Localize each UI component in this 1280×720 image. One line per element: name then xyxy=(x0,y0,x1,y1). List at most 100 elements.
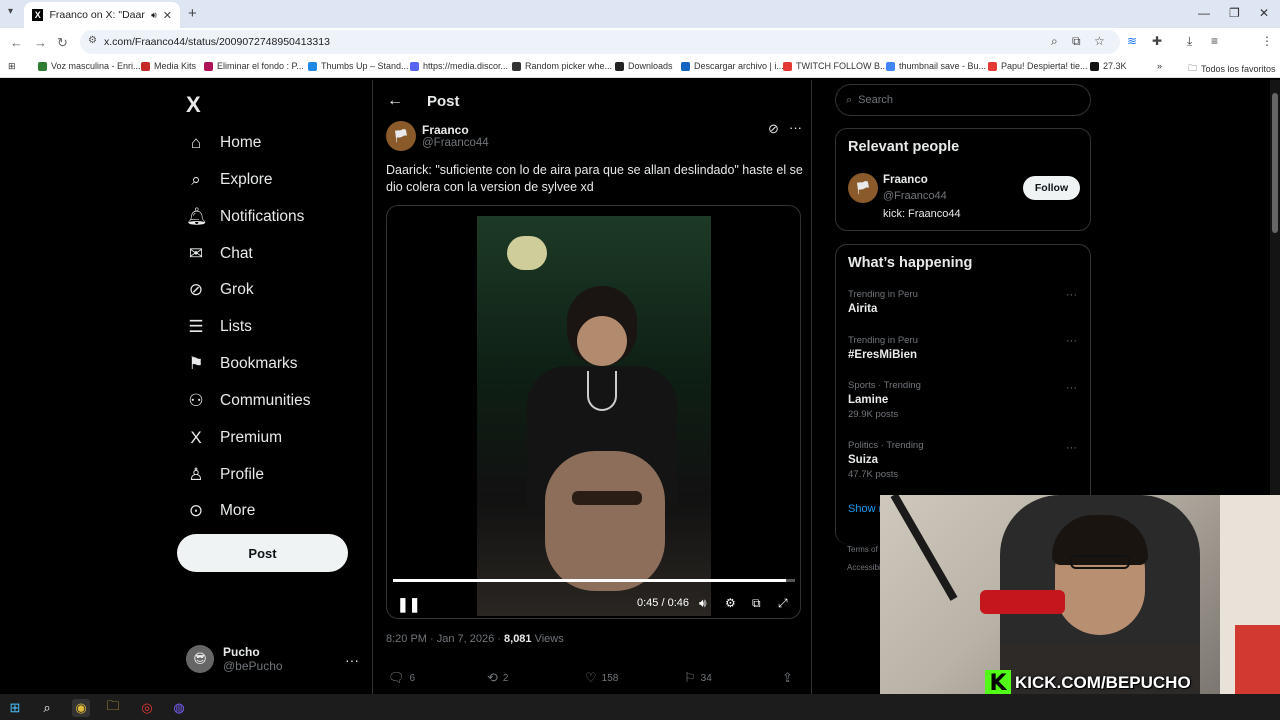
account-more-icon[interactable]: ··· xyxy=(345,652,359,668)
author-handle[interactable]: @Fraanco44 xyxy=(422,137,489,149)
author-name[interactable]: Fraanco xyxy=(422,123,489,137)
trend-more-icon[interactable]: ··· xyxy=(1066,289,1077,301)
puzzle-icon[interactable]: ✚ xyxy=(1152,34,1162,48)
footer-link[interactable]: Accessibil xyxy=(847,563,883,572)
trend-item[interactable]: Politics · Trending Suiza 47.7K posts xyxy=(848,440,924,480)
sidebar-item-home[interactable]: ⌂ Home xyxy=(186,133,262,153)
x-logo[interactable]: X xyxy=(186,92,201,118)
volume-icon[interactable]: 🔊︎ xyxy=(699,596,707,611)
person-name[interactable]: Fraanco xyxy=(883,174,928,186)
extension-active-icon[interactable]: ≋ xyxy=(1127,34,1137,48)
reply-icon: 🗨︎ xyxy=(388,670,405,685)
account-switcher[interactable]: 😎︎ Pucho @bePucho xyxy=(186,645,283,673)
grok-icon[interactable]: ⊘ xyxy=(768,121,779,137)
like-button[interactable]: ♡ 158 xyxy=(585,670,618,686)
search-input[interactable]: ⌕ Search xyxy=(835,84,1091,116)
bookmark-item[interactable]: TWITCH FOLLOW B... xyxy=(783,61,888,71)
sidebar-item-explore[interactable]: ⌕ Explore xyxy=(186,170,272,190)
pause-icon[interactable]: ❚❚ xyxy=(397,596,420,613)
file-explorer-icon[interactable]: 🗀︎ xyxy=(104,698,122,717)
trend-more-icon[interactable]: ··· xyxy=(1066,382,1077,394)
bookmark-item[interactable]: Random picker whe... xyxy=(512,61,612,71)
sidebar-item-lists[interactable]: ☰ Lists xyxy=(186,317,252,337)
browser-tab[interactable]: X Fraanco on X: "Daarick: "su 🔊︎ ✕ xyxy=(24,2,180,28)
bookmark-item[interactable]: thumbnail save - Bu... xyxy=(886,61,986,71)
bookmark-button[interactable]: ⚐ 34 xyxy=(684,670,712,686)
kick-watermark: K KICK.COM/BEPUCHO xyxy=(985,670,1191,696)
back-arrow-icon[interactable]: ← xyxy=(387,92,403,110)
video-progress-bar[interactable] xyxy=(393,579,795,582)
all-bookmarks[interactable]: 🗀︎ Todos los favoritos xyxy=(1188,61,1276,77)
bookmark-item[interactable]: Descargar archivo | i... xyxy=(681,61,784,71)
bookmark-item[interactable]: Thumbs Up – Stand... xyxy=(308,61,409,71)
fullscreen-icon[interactable]: ⤢ xyxy=(778,596,788,611)
follow-button[interactable]: Follow xyxy=(1023,176,1080,200)
trend-more-icon[interactable]: ··· xyxy=(1066,335,1077,347)
sidebar-item-premium[interactable]: X Premium xyxy=(186,428,282,448)
site-info-icon[interactable]: ⚙ xyxy=(88,35,97,46)
close-tab-icon[interactable]: ✕ xyxy=(163,9,172,22)
taskbar-search-icon[interactable]: ⌕ xyxy=(38,699,56,717)
discord-icon[interactable]: ◍ xyxy=(170,699,188,717)
sidebar-item-profile[interactable]: ♙ Profile xyxy=(186,465,264,485)
install-icon[interactable]: ⧉ xyxy=(1072,34,1081,49)
sidebar-item-chat[interactable]: ✉ Chat xyxy=(186,244,253,264)
views-count: 8,081 xyxy=(504,633,532,645)
address-bar[interactable]: ⚙ x.com/Fraanco44/status/200907274895041… xyxy=(80,30,1120,54)
avatar[interactable]: 🏴︎ xyxy=(386,121,416,151)
minimize-icon[interactable]: — xyxy=(1198,6,1210,20)
obs-icon[interactable]: ◎ xyxy=(138,699,156,717)
bookmark-item[interactable]: Voz masculina - Enri... xyxy=(38,61,141,71)
sidebar-item-communities[interactable]: ⚇ Communities xyxy=(186,391,310,411)
bookmark-favicon xyxy=(204,61,213,71)
bookmark-item[interactable]: Media Kits xyxy=(141,61,196,71)
windows-start-icon[interactable]: ⊞ xyxy=(6,699,24,717)
tab-search-icon[interactable]: ▾ xyxy=(8,6,13,17)
avatar[interactable]: 🏴︎ xyxy=(848,173,878,203)
bookmark-item[interactable]: https://media.discor... xyxy=(410,61,508,71)
settings-icon[interactable]: ⚙ xyxy=(725,596,736,610)
zoom-icon[interactable]: ⌕ xyxy=(1051,34,1058,49)
bookmark-item[interactable]: 27.3K xyxy=(1090,61,1127,71)
audio-icon[interactable]: 🔊︎ xyxy=(151,10,157,21)
sidebar-item-label: Chat xyxy=(220,245,253,262)
pip-icon[interactable]: ⧉ xyxy=(752,596,761,611)
star-icon[interactable]: ☆ xyxy=(1094,34,1105,48)
sidebar-item-more[interactable]: ⊙ More xyxy=(186,501,255,521)
video-frame[interactable] xyxy=(477,216,711,616)
back-icon[interactable]: ← xyxy=(10,35,23,50)
scrollbar-thumb[interactable] xyxy=(1272,93,1278,233)
forward-icon[interactable]: → xyxy=(34,35,47,50)
sidebar-item-bookmarks[interactable]: ⚑ Bookmarks xyxy=(186,354,297,374)
download-icon[interactable]: ⤓ xyxy=(1187,34,1192,49)
post-timestamp[interactable]: 8:20 PM · Jan 7, 2026 · xyxy=(386,633,504,645)
trend-item[interactable]: Sports · Trending Lamine 29.9K posts xyxy=(848,380,921,420)
chrome-icon[interactable]: ◉ xyxy=(72,699,90,717)
post-button[interactable]: Post xyxy=(177,534,348,572)
search-placeholder: Search xyxy=(858,94,894,106)
repost-button[interactable]: ⟲ 2 xyxy=(487,670,508,686)
trend-item[interactable]: Trending in Peru Airita xyxy=(848,289,918,315)
bookmark-item[interactable]: Eliminar el fondo : P... xyxy=(204,61,304,71)
bookmark-item[interactable]: Papu! Despierta! tie... xyxy=(988,61,1088,71)
video-player[interactable]: ❚❚ 0:45 / 0:46 🔊︎ ⚙ ⧉ ⤢ xyxy=(386,205,801,619)
reply-button[interactable]: 🗨︎ 6 xyxy=(388,670,415,686)
sidebar-item-notifications[interactable]: 🔔︎ Notifications xyxy=(186,207,304,227)
new-tab-button[interactable]: + xyxy=(188,5,197,22)
restore-icon[interactable]: ❐ xyxy=(1229,6,1240,20)
media-icon[interactable]: ≡ xyxy=(1211,34,1218,48)
menu-dots-icon[interactable]: ⋮ xyxy=(1261,34,1273,48)
trend-item[interactable]: Trending in Peru #EresMiBien xyxy=(848,335,918,361)
bookmark-item[interactable]: Downloads xyxy=(615,61,673,71)
bookmarks-overflow-icon[interactable]: » xyxy=(1157,61,1162,71)
close-window-icon[interactable]: ✕ xyxy=(1259,6,1269,20)
reload-icon[interactable]: ↻ xyxy=(57,35,68,51)
tweet-author[interactable]: 🏴︎ Fraanco @Fraanco44 xyxy=(386,121,489,151)
trend-more-icon[interactable]: ··· xyxy=(1066,442,1077,454)
share-button[interactable]: ⇪ xyxy=(782,670,793,686)
sidebar-item-grok[interactable]: ⊘ Grok xyxy=(186,280,254,300)
more-icon[interactable]: ··· xyxy=(789,120,802,135)
apps-icon[interactable]: ⊞ xyxy=(8,61,16,72)
sidebar-item-label: Lists xyxy=(220,318,252,335)
bookmark-favicon xyxy=(1090,61,1099,71)
